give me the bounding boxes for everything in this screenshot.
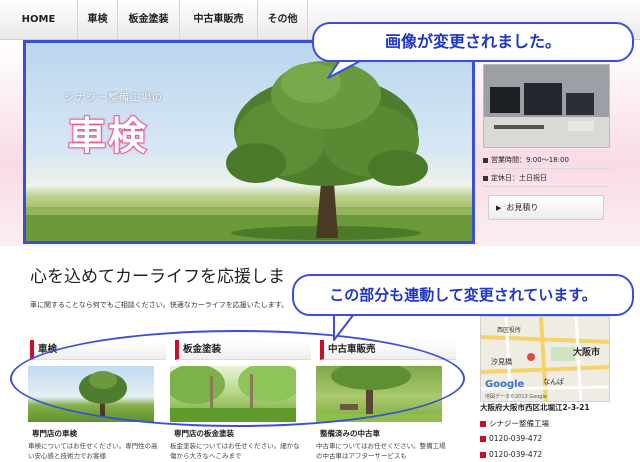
callout-tails xyxy=(327,59,363,341)
callout-image-changed: 画像が変更されました。 xyxy=(312,22,634,62)
callout-linked-changes: この部分も連動して変更されています。 xyxy=(292,274,634,316)
